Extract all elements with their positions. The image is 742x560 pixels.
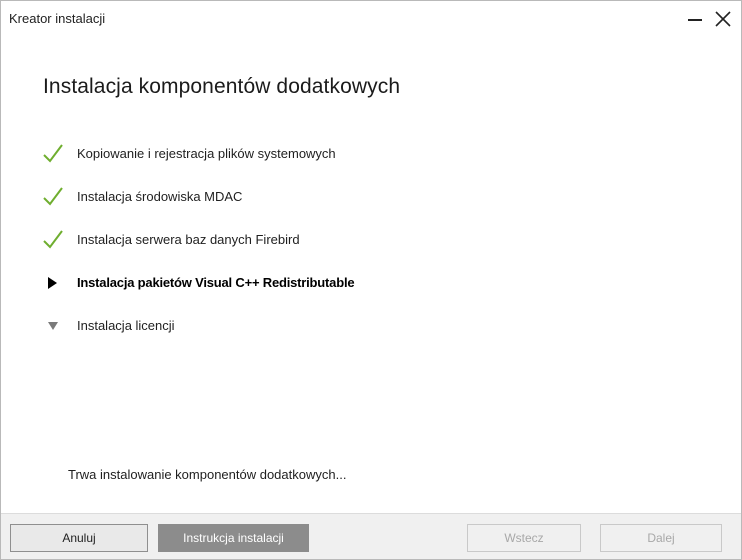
next-button[interactable]: Dalej	[600, 524, 722, 552]
checkmark-icon	[41, 139, 65, 169]
step-copy-system-files: Kopiowanie i rejestracja plików systemow…	[41, 139, 641, 169]
checkmark-icon	[41, 182, 65, 212]
step-label: Instalacja pakietów Visual C++ Redistrib…	[77, 275, 355, 290]
page-title: Instalacja komponentów dodatkowych	[43, 75, 401, 98]
step-mdac: Instalacja środowiska MDAC	[41, 182, 641, 212]
step-label: Instalacja środowiska MDAC	[77, 189, 243, 204]
window-title: Kreator instalacji	[9, 11, 106, 26]
back-button[interactable]: Wstecz	[467, 524, 581, 552]
cancel-button[interactable]: Anuluj	[10, 524, 148, 552]
checkmark-icon	[41, 225, 65, 255]
installation-guide-button[interactable]: Instrukcja instalacji	[158, 524, 309, 552]
step-label: Instalacja serwera baz danych Firebird	[77, 232, 300, 247]
close-button[interactable]	[711, 7, 735, 31]
installer-window: Kreator instalacji Instalacja komponentó…	[0, 0, 742, 560]
button-bar: Anuluj Instrukcja instalacji Wstecz Dale…	[1, 513, 741, 559]
close-icon	[715, 11, 731, 27]
step-visual-cpp: Instalacja pakietów Visual C++ Redistrib…	[41, 268, 641, 298]
triangle-down-icon	[41, 311, 65, 341]
step-label: Instalacja licencji	[77, 318, 175, 333]
step-label: Kopiowanie i rejestracja plików systemow…	[77, 146, 336, 161]
step-license: Instalacja licencji	[41, 311, 641, 341]
play-arrow-icon	[41, 268, 65, 298]
step-firebird: Instalacja serwera baz danych Firebird	[41, 225, 641, 255]
status-message: Trwa instalowanie komponentów dodatkowyc…	[68, 467, 347, 482]
minimize-button[interactable]	[683, 7, 707, 31]
title-bar: Kreator instalacji	[1, 1, 741, 35]
